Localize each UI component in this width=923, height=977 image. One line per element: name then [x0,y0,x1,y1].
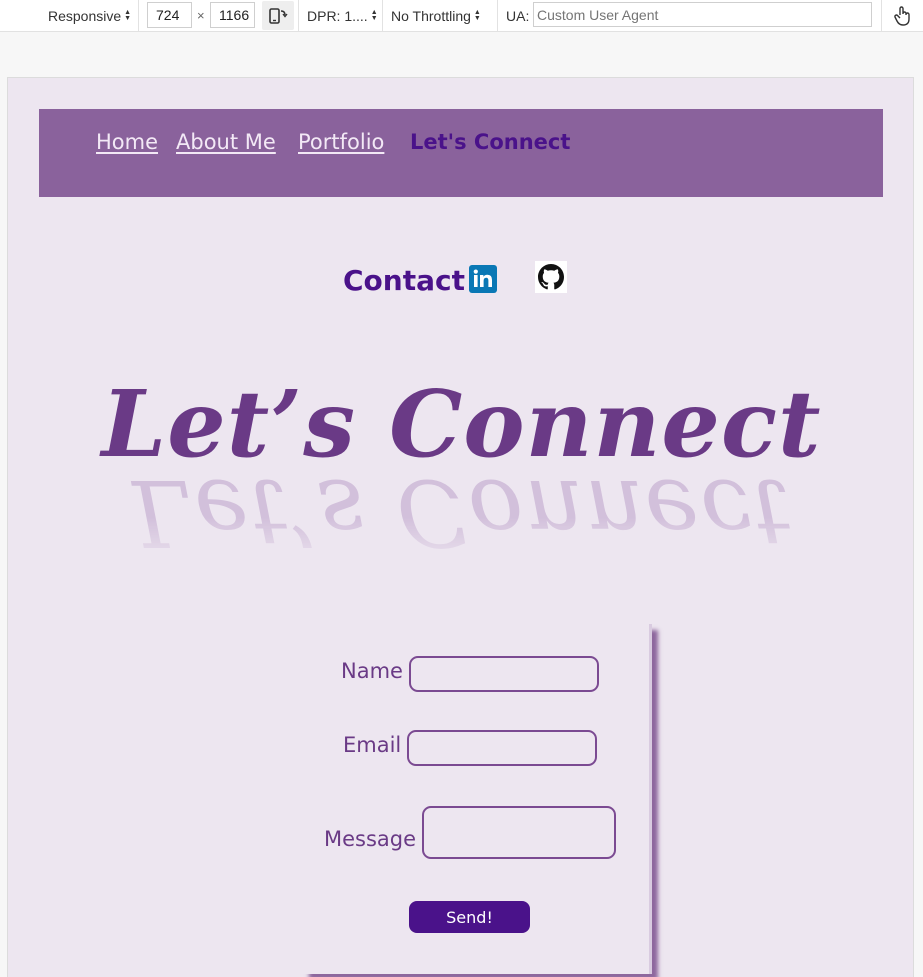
toolbar-divider [298,0,299,31]
touch-emulation-button[interactable] [890,3,916,29]
message-textarea[interactable] [422,806,616,859]
ua-label: UA: [506,7,530,24]
viewport-width-input[interactable]: 724 [147,2,192,28]
dpr-label: DPR: 1.... [307,7,368,24]
emulated-viewport: Home About Me Portfolio Let's Connect Co… [7,77,914,977]
nav-about-link[interactable]: About Me [176,130,276,154]
throttling-select[interactable]: No Throttling ▲ ▼ [391,0,481,31]
devtools-device-toolbar: Responsive ▲ ▼ 724 × 1166 DPR: 1.... ▲ ▼ N… [0,0,923,32]
message-label: Message [324,827,417,851]
viewport-width-value: 724 [156,7,180,23]
throttling-label: No Throttling [391,7,471,24]
touch-pointer-icon [894,6,910,26]
nav-home-link[interactable]: Home [96,130,158,154]
contact-heading: Contact [343,264,465,297]
rotate-device-button[interactable] [262,1,294,30]
email-label: Email [343,733,402,757]
rotate-icon [269,7,288,24]
toolbar-divider [382,0,383,31]
select-arrows-icon: ▲ ▼ [370,8,378,22]
github-icon[interactable] [535,261,567,293]
device-mode-label: Responsive [48,7,122,24]
send-button[interactable]: Send! [409,901,530,933]
linkedin-logo [473,269,492,287]
name-label: Name [341,659,403,683]
user-agent-input[interactable] [533,2,872,27]
email-input[interactable] [407,730,597,766]
nav-connect-link[interactable]: Let's Connect [410,130,570,154]
github-logo [538,264,564,290]
nav-portfolio-link[interactable]: Portfolio [298,130,384,154]
toolbar-divider [138,0,139,31]
device-mode-select[interactable]: Responsive ▲ ▼ [48,0,131,31]
dpr-select[interactable]: DPR: 1.... ▲ ▼ [307,0,378,31]
viewport-height-input[interactable]: 1166 [210,2,255,28]
hero-title-reflection: Let’s Connect [132,459,791,566]
name-input[interactable] [409,656,599,692]
viewport-height-value: 1166 [219,7,250,23]
select-arrows-icon: ▲ ▼ [124,8,132,22]
select-arrows-icon: ▲ ▼ [473,8,481,22]
site-navbar: Home About Me Portfolio Let's Connect [39,109,883,197]
toolbar-divider [881,0,882,31]
toolbar-divider [497,0,498,31]
dimension-separator: × [197,8,205,23]
linkedin-icon[interactable] [469,265,497,293]
contact-form: Name Email Message Send! [303,624,652,974]
